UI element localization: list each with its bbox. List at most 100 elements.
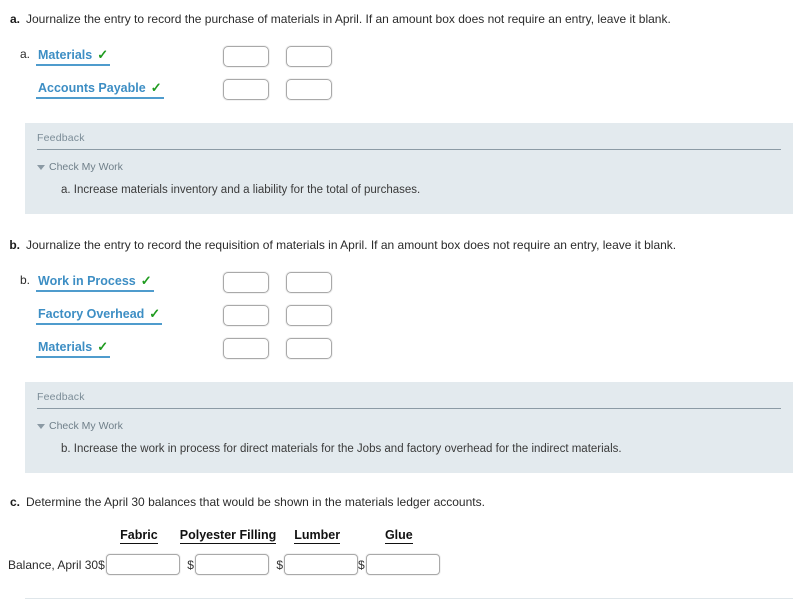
feedback-body: b. Increase the work in process for dire… — [61, 443, 622, 455]
balance-cell-glue: $ — [358, 554, 440, 575]
feedback-divider — [37, 149, 781, 150]
money-wrap: $ — [187, 554, 269, 575]
check-icon: ✓ — [149, 305, 161, 321]
account-cell: Materials ✓ — [36, 340, 201, 358]
currency-symbol: $ — [276, 557, 283, 572]
account-cell: Factory Overhead ✓ — [36, 307, 201, 325]
journal-line: Accounts Payable ✓ — [36, 73, 793, 106]
feedback-title: Feedback — [37, 391, 85, 403]
bottom-divider — [25, 598, 793, 599]
money-wrap: $ — [358, 554, 440, 575]
account-label: Materials — [38, 47, 93, 62]
table-header-row: Fabric Polyester Filling Lumber Glue — [8, 528, 440, 554]
ledger-table: Fabric Polyester Filling Lumber Glue Bal… — [8, 528, 440, 575]
credit-amount-input[interactable] — [286, 272, 332, 293]
journal-entry-a-lines: Materials ✓ Accounts Payable ✓ — [36, 40, 793, 106]
column-header-glue: Glue — [358, 528, 440, 554]
credit-amount-input[interactable] — [286, 79, 332, 100]
question-b: b. Journalize the entry to record the re… — [0, 238, 793, 253]
journal-entry-b: b. Work in Process ✓ Factory Overhead ✓ — [0, 266, 793, 365]
account-label: Materials — [38, 339, 93, 354]
currency-symbol: $ — [187, 557, 194, 572]
question-c-letter: c. — [9, 495, 20, 509]
balance-input-lumber[interactable] — [284, 554, 358, 575]
account-select-materials-b[interactable]: Materials ✓ — [36, 338, 111, 358]
column-header-label: Fabric — [120, 528, 158, 544]
debit-amount-input[interactable] — [223, 305, 269, 326]
top-spacer — [0, 0, 793, 12]
column-header-label: Glue — [384, 528, 413, 544]
question-c-prompt: Determine the April 30 balances that wou… — [26, 495, 485, 509]
ledger-body: Balance, April 30 $ $ $ $ — [8, 554, 440, 575]
journal-entry-a-marker: a. — [19, 47, 30, 61]
column-header-label: Polyester Filling — [179, 528, 277, 544]
ledger-head: Fabric Polyester Filling Lumber Glue — [8, 528, 440, 554]
question-b-letter: b. — [9, 238, 20, 252]
journal-line: Factory Overhead ✓ — [36, 299, 793, 332]
balance-input-glue[interactable] — [365, 554, 440, 575]
check-icon: ✓ — [150, 79, 162, 95]
question-b-prompt: Journalize the entry to record the requi… — [26, 238, 677, 252]
credit-amount-input[interactable] — [286, 305, 332, 326]
column-header-polyester-filling: Polyester Filling — [179, 528, 277, 554]
column-header-lumber: Lumber — [276, 528, 358, 554]
corner-cell — [8, 528, 98, 554]
feedback-title: Feedback — [37, 132, 85, 144]
journal-entry-b-lines: Work in Process ✓ Factory Overhead ✓ Mat… — [36, 266, 793, 365]
account-cell: Work in Process ✓ — [36, 274, 201, 292]
column-header-fabric: Fabric — [98, 528, 180, 554]
question-a: a. Journalize the entry to record the pu… — [0, 12, 793, 27]
caret-down-icon — [37, 423, 45, 429]
account-select-accounts-payable[interactable]: Accounts Payable ✓ — [36, 81, 164, 99]
journal-line: Work in Process ✓ — [36, 266, 793, 299]
balance-input-polyester-filling[interactable] — [194, 554, 269, 575]
question-c: c. Determine the April 30 balances that … — [0, 495, 793, 510]
feedback-body: a. Increase materials inventory and a li… — [61, 184, 421, 196]
feedback-divider — [37, 408, 781, 409]
debit-amount-input[interactable] — [223, 79, 269, 100]
table-row: Balance, April 30 $ $ $ $ — [8, 554, 440, 575]
money-wrap: $ — [276, 554, 358, 575]
check-my-work-label: Check My Work — [49, 161, 123, 173]
question-a-letter: a. — [9, 12, 20, 26]
account-select-factory-overhead[interactable]: Factory Overhead ✓ — [36, 305, 163, 325]
journal-line: Materials ✓ — [36, 40, 793, 73]
currency-symbol: $ — [358, 557, 365, 572]
debit-amount-input[interactable] — [223, 46, 269, 67]
check-icon: ✓ — [97, 338, 109, 354]
caret-down-icon — [37, 164, 45, 170]
column-header-label: Lumber — [294, 528, 341, 544]
currency-symbol: $ — [98, 557, 105, 572]
account-cell: Accounts Payable ✓ — [36, 81, 201, 99]
row-label-balance-april-30: Balance, April 30 — [8, 557, 99, 572]
check-my-work-toggle[interactable]: Check My Work — [37, 161, 781, 173]
feedback-panel-a: Feedback Check My Work a. Increase mater… — [25, 123, 793, 214]
account-select-materials[interactable]: Materials ✓ — [36, 46, 111, 66]
money-wrap: $ — [98, 554, 180, 575]
journal-line: Materials ✓ — [36, 332, 793, 365]
journal-entry-a: a. Materials ✓ Accounts Payable ✓ — [0, 40, 793, 106]
debit-amount-input[interactable] — [223, 272, 269, 293]
balance-input-fabric[interactable] — [105, 554, 180, 575]
debit-amount-input[interactable] — [223, 338, 269, 359]
account-label: Work in Process — [38, 273, 136, 288]
account-label: Factory Overhead — [38, 306, 145, 321]
account-select-work-in-process[interactable]: Work in Process ✓ — [36, 274, 154, 292]
check-my-work-label: Check My Work — [49, 420, 123, 432]
balance-cell-polyester-filling: $ — [180, 554, 277, 575]
check-my-work-toggle[interactable]: Check My Work — [37, 420, 781, 432]
account-label: Accounts Payable — [38, 80, 146, 95]
materials-ledger-table: Fabric Polyester Filling Lumber Glue Bal… — [0, 528, 793, 575]
question-a-prompt: Journalize the entry to record the purch… — [26, 12, 671, 26]
balance-cell-fabric: $ — [98, 554, 180, 575]
credit-amount-input[interactable] — [286, 46, 332, 67]
account-cell: Materials ✓ — [36, 48, 201, 66]
check-icon: ✓ — [140, 272, 152, 288]
check-icon: ✓ — [97, 46, 109, 62]
balance-cell-lumber: $ — [276, 554, 358, 575]
feedback-panel-b: Feedback Check My Work b. Increase the w… — [25, 382, 793, 473]
journal-entry-b-marker: b. — [19, 273, 30, 287]
credit-amount-input[interactable] — [286, 338, 332, 359]
